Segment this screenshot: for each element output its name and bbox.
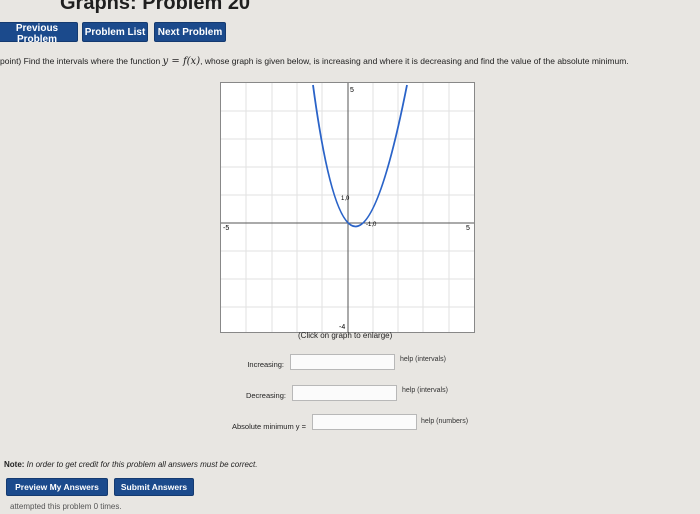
absolute-minimum-label: Absolute minimum y = (232, 422, 306, 431)
next-problem-button[interactable]: Next Problem (154, 22, 226, 42)
note-label: Note: (4, 460, 25, 469)
function-fx: f(x) (182, 56, 201, 67)
function-curve (312, 84, 408, 228)
problem-statement: point) Find the intervals where the func… (0, 56, 700, 67)
submit-answers-button[interactable]: Submit Answers (114, 478, 194, 496)
decreasing-input[interactable] (292, 385, 397, 401)
y-min-label: -4 (339, 324, 345, 331)
absolute-minimum-help-link[interactable]: help (numbers) (421, 418, 468, 425)
x-min-label: -5 (223, 225, 229, 232)
point-label-1: 1,0 (341, 196, 350, 202)
attempts-status: attempted this problem 0 times. (10, 502, 122, 511)
credit-note: Note: In order to get credit for this pr… (4, 460, 257, 469)
problem-suffix: , whose graph is given below, is increas… (200, 56, 629, 66)
preview-answers-button[interactable]: Preview My Answers (6, 478, 108, 496)
problem-prefix: point) Find the intervals where the func… (0, 56, 161, 66)
function-equals: = (168, 56, 183, 67)
previous-problem-button[interactable]: Previous Problem (0, 22, 78, 45)
y-max-label: 5 (350, 87, 354, 94)
point-label-2: -1,0 (366, 222, 377, 228)
problem-list-button[interactable]: Problem List (82, 22, 148, 42)
page-title: Graphs: Problem 20 (60, 0, 251, 14)
graph-caption[interactable]: (Click on graph to enlarge) (298, 331, 392, 340)
increasing-label: Increasing: (247, 360, 284, 369)
function-graph[interactable]: -5 5 5 -4 1,0 -1,0 (220, 82, 475, 333)
increasing-help-link[interactable]: help (intervals) (400, 356, 446, 363)
decreasing-help-link[interactable]: help (intervals) (402, 387, 448, 394)
note-text: In order to get credit for this problem … (24, 460, 258, 469)
increasing-input[interactable] (290, 354, 395, 370)
decreasing-label: Decreasing: (245, 391, 286, 400)
absolute-minimum-input[interactable] (312, 414, 417, 430)
x-max-label: 5 (466, 225, 470, 232)
graph-svg[interactable]: -5 5 5 -4 1,0 -1,0 (221, 83, 474, 332)
